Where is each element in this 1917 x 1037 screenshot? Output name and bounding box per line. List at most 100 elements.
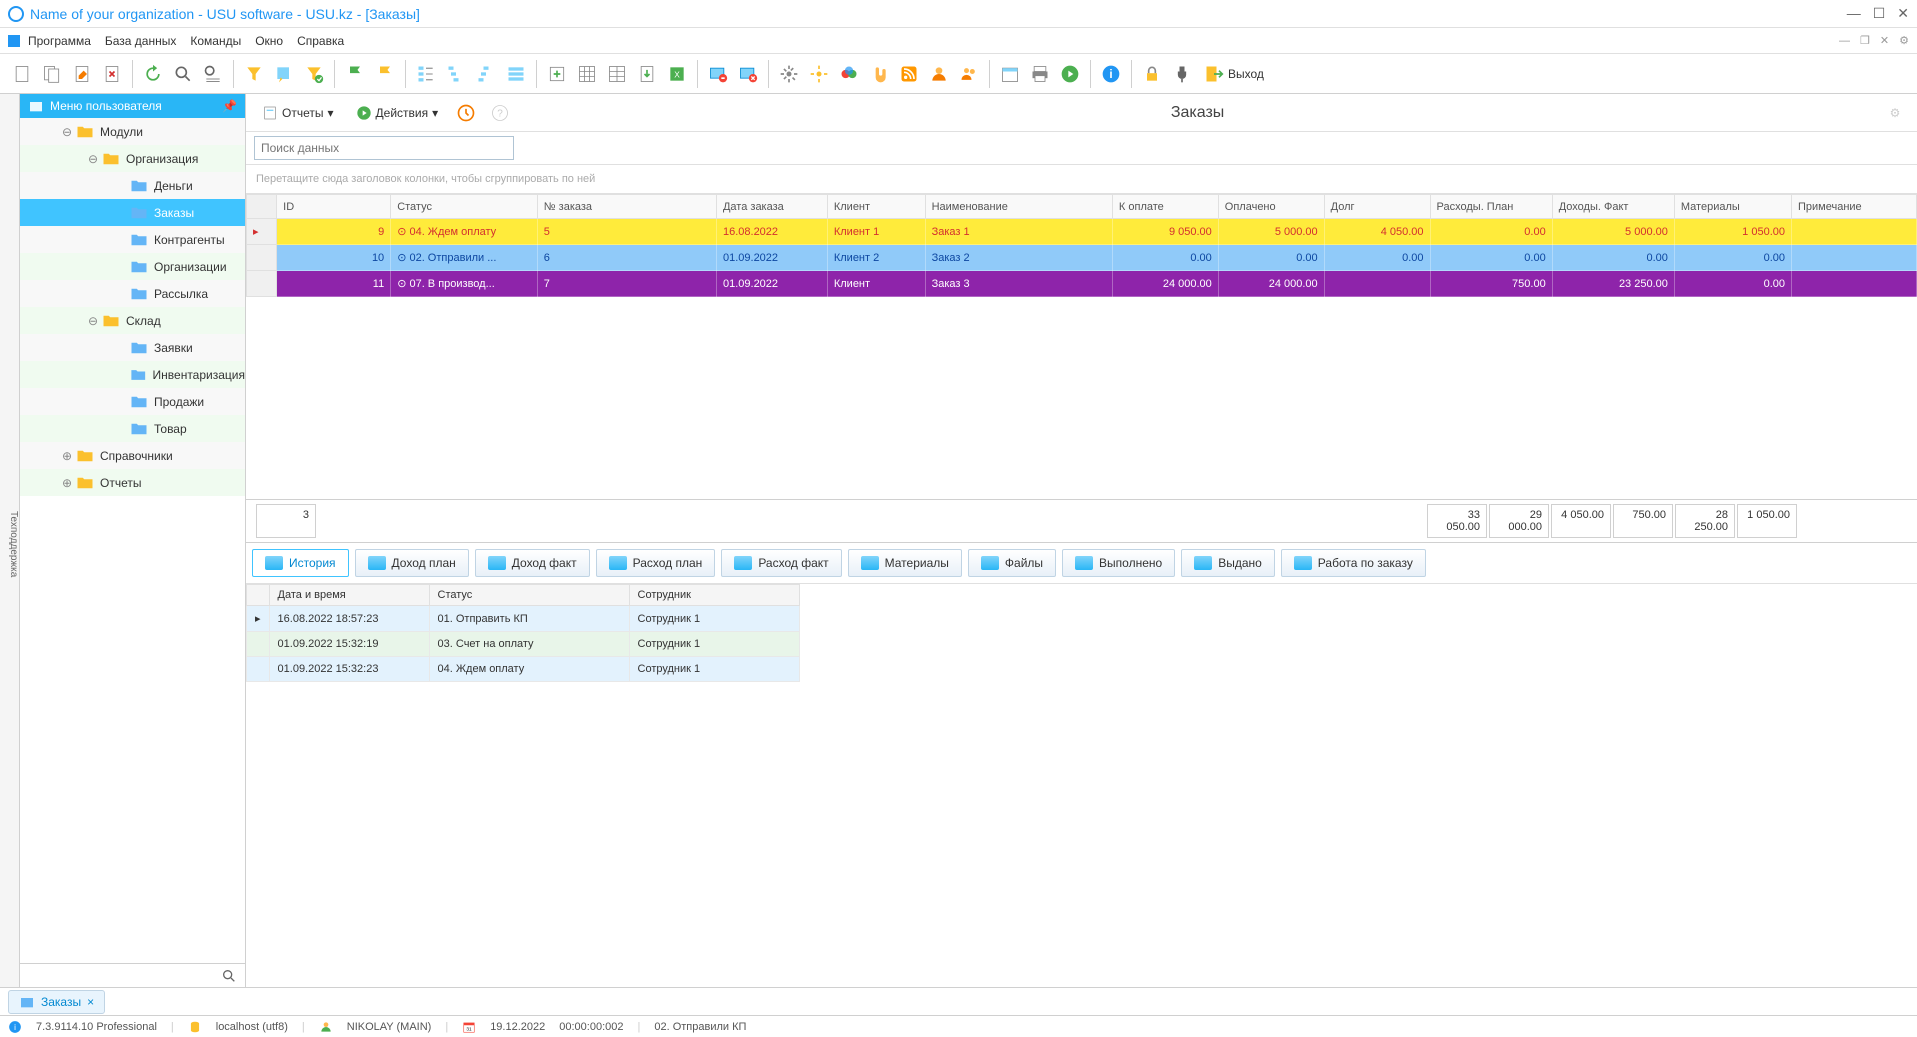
detail-row[interactable]: 01.09.2022 15:32:1903. Счет на оплатуСот… bbox=[247, 632, 800, 657]
search-list-icon[interactable] bbox=[199, 60, 227, 88]
clock-icon[interactable] bbox=[452, 99, 480, 127]
child-close-button[interactable]: ✕ bbox=[1880, 34, 1889, 47]
tree-item[interactable]: Товар bbox=[20, 415, 245, 442]
detail-tab[interactable]: Выдано bbox=[1181, 549, 1275, 577]
refresh-icon[interactable] bbox=[139, 60, 167, 88]
close-button[interactable]: ✕ bbox=[1897, 5, 1909, 22]
detail-row[interactable]: ▸16.08.2022 18:57:2301. Отправить КПСотр… bbox=[247, 606, 800, 632]
hand-icon[interactable] bbox=[865, 60, 893, 88]
column-header[interactable]: Материалы bbox=[1674, 195, 1791, 219]
tree-item[interactable]: Деньги bbox=[20, 172, 245, 199]
new-doc-icon[interactable] bbox=[8, 60, 36, 88]
column-header[interactable]: Наименование bbox=[925, 195, 1112, 219]
lock-icon[interactable] bbox=[1138, 60, 1166, 88]
search-input[interactable] bbox=[254, 136, 514, 160]
column-header[interactable]: Оплачено bbox=[1218, 195, 1324, 219]
pin-icon[interactable]: 📌 bbox=[222, 99, 237, 113]
add-row-icon[interactable] bbox=[543, 60, 571, 88]
next-icon[interactable] bbox=[1056, 60, 1084, 88]
tree-item[interactable]: ⊖Модули bbox=[20, 118, 245, 145]
window-tab-orders[interactable]: Заказы × bbox=[8, 990, 105, 1014]
detail-tab[interactable]: Расход факт bbox=[721, 549, 841, 577]
table-row[interactable]: 11⊙ 07. В производ...701.09.2022КлиентЗа… bbox=[247, 271, 1917, 297]
search-icon[interactable] bbox=[169, 60, 197, 88]
import-icon[interactable] bbox=[633, 60, 661, 88]
minimize-button[interactable]: — bbox=[1847, 5, 1861, 22]
print-icon[interactable] bbox=[1026, 60, 1054, 88]
grid-icon[interactable] bbox=[573, 60, 601, 88]
column-header[interactable]: Примечание bbox=[1792, 195, 1917, 219]
actions-dropdown[interactable]: Действия▾ bbox=[348, 101, 447, 125]
help-icon[interactable]: ? bbox=[486, 99, 514, 127]
copy-doc-icon[interactable] bbox=[38, 60, 66, 88]
filter-clear-icon[interactable] bbox=[300, 60, 328, 88]
child-gear-icon[interactable]: ⚙ bbox=[1899, 34, 1909, 47]
column-header[interactable]: Долг bbox=[1324, 195, 1430, 219]
window-close-icon[interactable] bbox=[734, 60, 762, 88]
table-row[interactable]: 10⊙ 02. Отправили ...601.09.2022Клиент 2… bbox=[247, 245, 1917, 271]
rss-icon[interactable] bbox=[895, 60, 923, 88]
color-ball-icon[interactable] bbox=[835, 60, 863, 88]
content-gear-icon[interactable]: ⚙ bbox=[1881, 99, 1909, 127]
info-icon[interactable]: i bbox=[1097, 60, 1125, 88]
expand-icon[interactable] bbox=[442, 60, 470, 88]
column-header[interactable]: ID bbox=[277, 195, 391, 219]
column-header[interactable]: К оплате bbox=[1112, 195, 1218, 219]
column-header[interactable]: Расходы. План bbox=[1430, 195, 1552, 219]
users-icon[interactable] bbox=[955, 60, 983, 88]
excel-icon[interactable]: X bbox=[663, 60, 691, 88]
child-minimize-button[interactable]: — bbox=[1839, 35, 1850, 47]
grid2-icon[interactable] bbox=[603, 60, 631, 88]
detail-column-header[interactable]: Сотрудник bbox=[629, 585, 799, 606]
tree-item[interactable]: Контрагенты bbox=[20, 226, 245, 253]
flag-yellow-icon[interactable] bbox=[371, 60, 399, 88]
maximize-button[interactable]: ☐ bbox=[1873, 5, 1886, 22]
detail-tab[interactable]: Файлы bbox=[968, 549, 1056, 577]
expand-icon[interactable]: ⊖ bbox=[60, 125, 74, 139]
filter-icon[interactable] bbox=[240, 60, 268, 88]
menu-commands[interactable]: Команды bbox=[190, 34, 241, 48]
expand-icon[interactable]: ⊖ bbox=[86, 314, 100, 328]
tree-item[interactable]: Инвентаризация bbox=[20, 361, 245, 388]
column-header[interactable]: Доходы. Факт bbox=[1552, 195, 1674, 219]
tree-item[interactable]: Продажи bbox=[20, 388, 245, 415]
support-tab[interactable]: Техподдержка bbox=[0, 94, 20, 987]
expand-icon[interactable]: ⊕ bbox=[60, 476, 74, 490]
column-header[interactable]: Статус bbox=[391, 195, 538, 219]
child-restore-button[interactable]: ❐ bbox=[1860, 34, 1870, 47]
window-remove-icon[interactable] bbox=[704, 60, 732, 88]
tree-item[interactable]: Рассылка bbox=[20, 280, 245, 307]
menu-help[interactable]: Справка bbox=[297, 34, 344, 48]
column-header[interactable]: № заказа bbox=[537, 195, 716, 219]
detail-tab[interactable]: Доход факт bbox=[475, 549, 590, 577]
tree-item[interactable]: Организации bbox=[20, 253, 245, 280]
edit-doc-icon[interactable] bbox=[68, 60, 96, 88]
menu-program[interactable]: Программа bbox=[28, 34, 91, 48]
column-header[interactable]: Клиент bbox=[827, 195, 925, 219]
gear-icon[interactable] bbox=[775, 60, 803, 88]
tree-item[interactable]: ⊖Организация bbox=[20, 145, 245, 172]
reports-dropdown[interactable]: Отчеты▾ bbox=[254, 101, 342, 125]
detail-tab[interactable]: Работа по заказу bbox=[1281, 549, 1426, 577]
tree-icon[interactable] bbox=[412, 60, 440, 88]
detail-tab[interactable]: Выполнено bbox=[1062, 549, 1175, 577]
flag-green-icon[interactable] bbox=[341, 60, 369, 88]
orders-grid[interactable]: IDСтатус№ заказаДата заказаКлиентНаимено… bbox=[246, 194, 1917, 297]
search-tree-icon[interactable] bbox=[221, 968, 237, 984]
plug-icon[interactable] bbox=[1168, 60, 1196, 88]
calendar-icon[interactable] bbox=[996, 60, 1024, 88]
table-row[interactable]: ▸9⊙ 04. Ждем оплату516.08.2022Клиент 1За… bbox=[247, 219, 1917, 245]
history-grid[interactable]: Дата и времяСтатусСотрудник ▸16.08.2022 … bbox=[246, 584, 1917, 682]
detail-column-header[interactable]: Статус bbox=[429, 585, 629, 606]
exit-icon[interactable]: Выход bbox=[1198, 60, 1270, 88]
expand-icon[interactable]: ⊖ bbox=[86, 152, 100, 166]
gear-yellow-icon[interactable] bbox=[805, 60, 833, 88]
tree-item[interactable]: ⊕Справочники bbox=[20, 442, 245, 469]
detail-tab[interactable]: Материалы bbox=[848, 549, 962, 577]
menu-window[interactable]: Окно bbox=[255, 34, 283, 48]
detail-tab[interactable]: Расход план bbox=[596, 549, 716, 577]
detail-row[interactable]: 01.09.2022 15:32:2304. Ждем оплатуСотруд… bbox=[247, 657, 800, 682]
detail-tab[interactable]: Доход план bbox=[355, 549, 469, 577]
expand-icon[interactable]: ⊕ bbox=[60, 449, 74, 463]
tab-close-icon[interactable]: × bbox=[87, 995, 94, 1009]
